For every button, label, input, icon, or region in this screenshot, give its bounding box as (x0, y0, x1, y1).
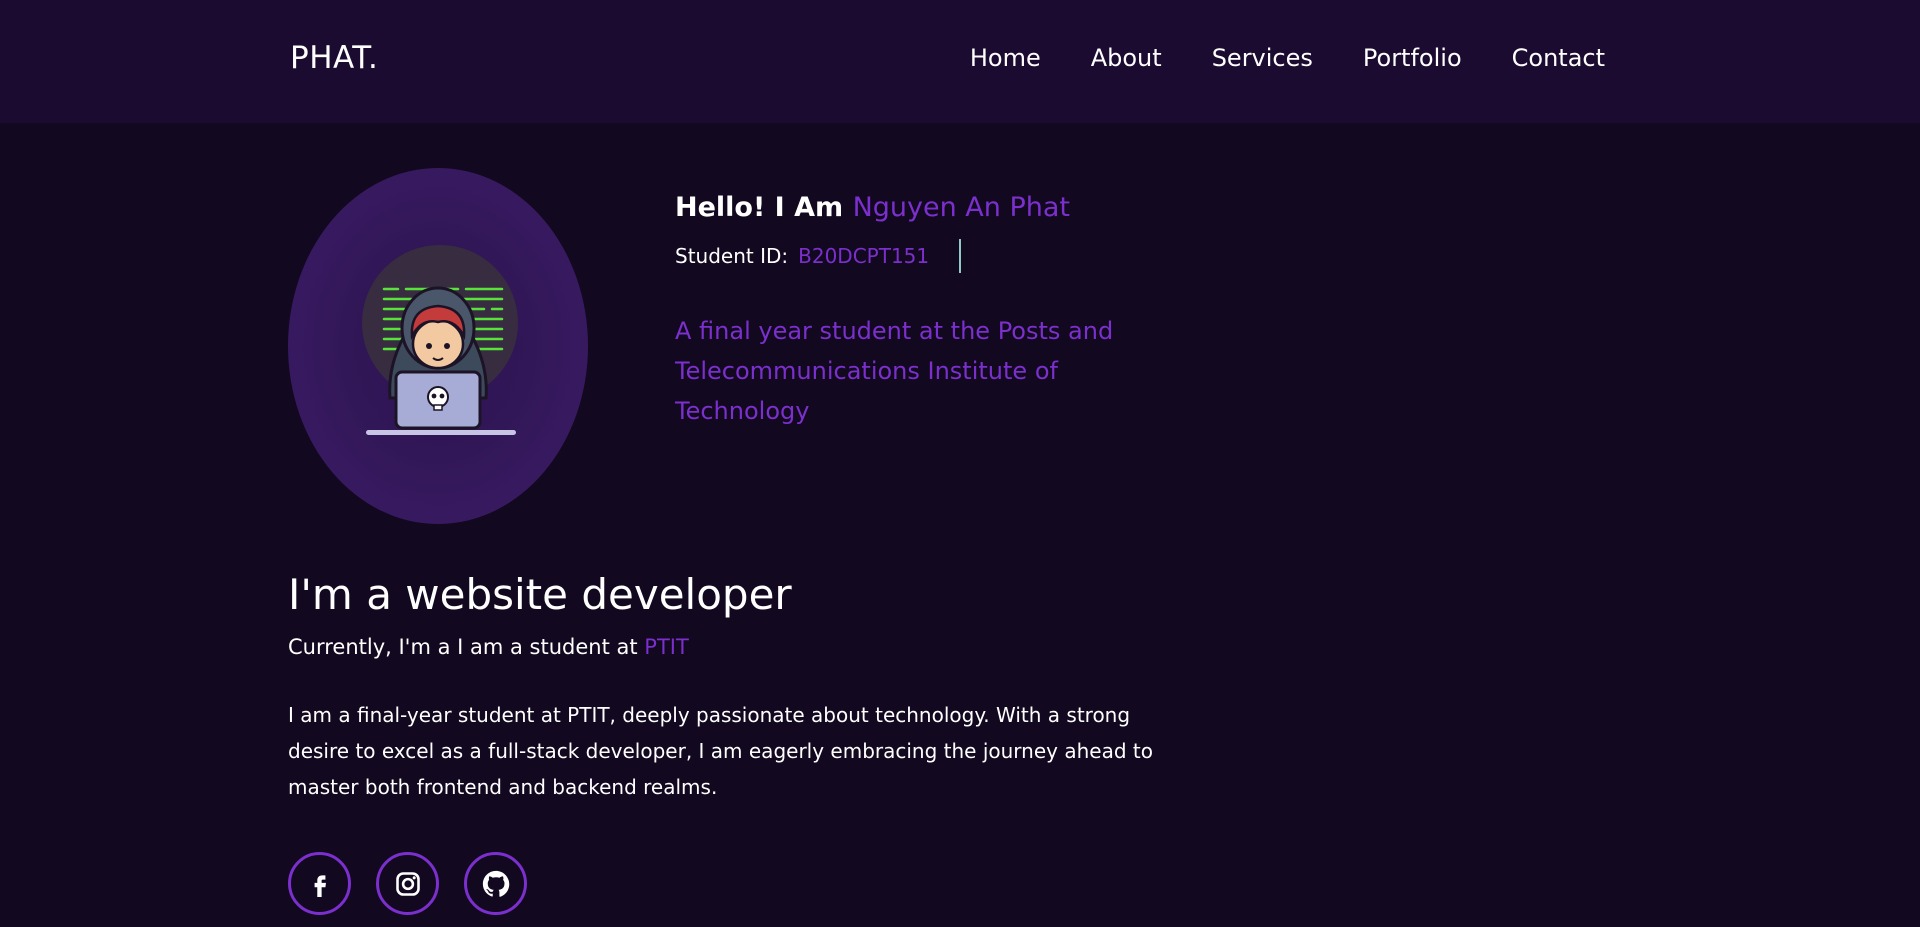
current-prefix: Currently, I'm a I am a student at (288, 635, 638, 659)
tagline: A final year student at the Posts and Te… (675, 317, 1114, 425)
nav-link-contact[interactable]: Contact (1512, 44, 1605, 72)
current-status: Currently, I'm a I am a student at PTIT (288, 635, 1188, 659)
nav-link-about[interactable]: About (1091, 44, 1162, 72)
hacker-illustration-icon (362, 245, 518, 435)
nav-link-portfolio[interactable]: Portfolio (1363, 44, 1462, 72)
intro: Hello! I Am Nguyen An Phat Student ID: B… (675, 192, 1155, 431)
github-link[interactable] (464, 852, 527, 915)
greeting: Hello! I Am Nguyen An Phat (675, 192, 1155, 223)
nav-link-services[interactable]: Services (1212, 44, 1313, 72)
facebook-link[interactable] (288, 852, 351, 915)
about-section: I'm a website developer Currently, I'm a… (288, 570, 1188, 825)
typing-caret (959, 239, 962, 273)
social-links (288, 852, 527, 915)
name: Nguyen An Phat (852, 192, 1071, 223)
nav-link-home[interactable]: Home (970, 44, 1041, 72)
nav-links: Home About Services Portfolio Contact (970, 44, 1605, 72)
navbar: PHAT. Home About Services Portfolio Cont… (0, 0, 1920, 123)
instagram-link[interactable] (376, 852, 439, 915)
github-icon (482, 870, 509, 897)
current-school: PTIT (644, 635, 689, 659)
site-logo[interactable]: PHAT. (290, 40, 378, 76)
facebook-icon (314, 874, 326, 897)
headline: I'm a website developer (288, 570, 792, 619)
student-id-row: Student ID: B20DCPT151 (675, 239, 1155, 273)
greeting-text: Hello! I Am (675, 192, 844, 223)
bio: I am a final-year student at PTIT, deepl… (288, 703, 1153, 799)
student-id-label: Student ID: (675, 244, 789, 268)
student-id-value: B20DCPT151 (798, 244, 930, 268)
avatar (288, 168, 588, 524)
instagram-icon (395, 871, 420, 896)
